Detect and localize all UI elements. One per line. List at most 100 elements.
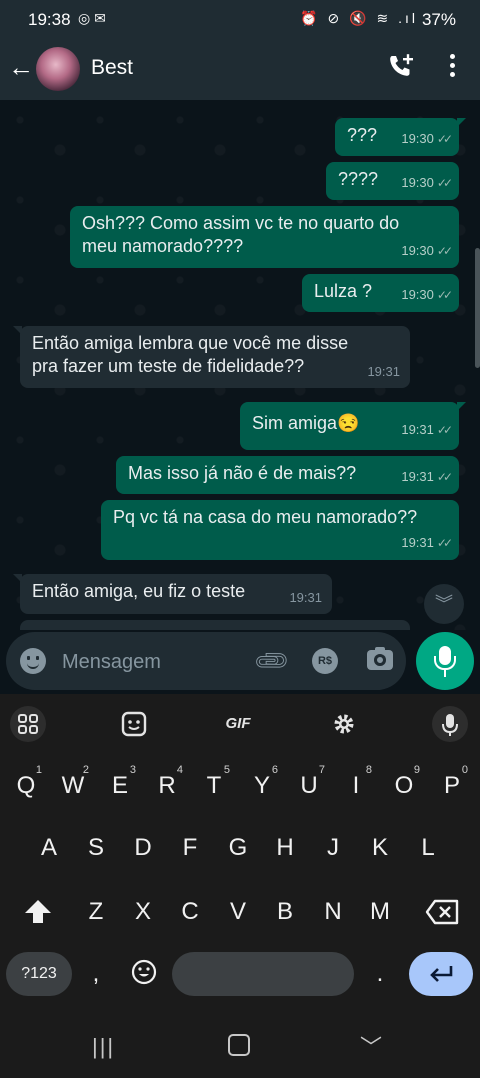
read-receipt-icon: ✓✓ [436,176,453,190]
message-time: 19:30 [401,175,434,190]
system-nav-bar: ||| ﹀ [0,1020,480,1078]
message-bubble[interactable]: Lulza ? 19:30 ✓✓ [302,274,459,312]
key-n[interactable]: N [311,884,355,940]
message-text: Pq vc tá na casa do meu namorado?? [113,507,418,527]
message-bubble[interactable]: ???? 19:30 ✓✓ [326,162,459,200]
read-receipt-icon: ✓✓ [436,132,453,146]
enter-key[interactable] [409,952,473,996]
sticker-icon[interactable] [116,706,152,742]
message-composer: 📎︎ R$ [6,632,406,690]
key-w[interactable]: W2 [51,758,95,814]
symbols-key[interactable]: ?123 [6,952,72,996]
attach-icon[interactable]: 📎︎ [251,640,293,682]
key-p[interactable]: P0 [430,758,474,814]
key-u[interactable]: U7 [287,758,331,814]
key-r[interactable]: R4 [145,758,189,814]
battery-level: 37% [421,10,456,29]
message-bubble[interactable]: ??? 19:30 ✓✓ [335,118,466,156]
key-z[interactable]: Z [74,884,118,940]
status-time: 19:38 [28,10,71,29]
keyboard-toolbar: GIF [0,694,480,754]
emoji-key-icon[interactable] [122,944,166,1000]
key-b[interactable]: B [263,884,307,940]
home-icon[interactable] [228,1034,250,1056]
key-e[interactable]: E3 [98,758,142,814]
message-text: Sim amiga😒 [252,413,360,433]
key-f[interactable]: F [168,820,212,876]
recent-apps-icon[interactable]: ||| [92,1034,115,1060]
settings-gear-icon[interactable] [326,706,362,742]
camera-icon[interactable] [367,647,393,670]
backspace-icon[interactable] [420,884,464,940]
message-text: Então amiga, eu fiz o teste [32,581,246,601]
chat-header: ← Best [0,38,480,100]
key-m[interactable]: M [358,884,402,940]
period-key[interactable]: . [358,946,402,1002]
status-bar: 19:38 ◎ ✉ ⏰ ⊘ 🔇 ≋ .ıl 37% [0,0,480,38]
message-text: ???? [338,169,379,189]
message-text: Então amiga lembra que você me disse pra… [32,333,349,376]
scroll-down-icon[interactable]: ︾ [424,584,464,624]
message-time: 19:31 [289,590,322,605]
message-bubble[interactable]: Sim amiga😒 19:31 ✓✓ [240,402,466,450]
message-bubble-partial[interactable] [20,620,410,630]
message-time: 19:31 [401,469,434,484]
space-key[interactable] [172,952,354,996]
key-v[interactable]: V [216,884,260,940]
contact-avatar[interactable] [36,47,80,91]
message-time: 19:30 [401,287,434,302]
nav-back-icon[interactable]: ﹀ [360,1030,382,1062]
message-time: 19:31 [401,535,434,550]
key-o[interactable]: O9 [382,758,426,814]
shift-key[interactable] [16,884,60,940]
message-text: Lulza ? [314,281,373,301]
key-q[interactable]: Q1 [4,758,48,814]
more-options-icon[interactable] [448,54,456,80]
message-time: 19:30 [401,131,434,146]
add-call-icon[interactable] [386,52,414,80]
read-receipt-icon: ✓✓ [436,536,453,550]
read-receipt-icon: ✓✓ [436,288,453,302]
read-receipt-icon: ✓✓ [436,470,453,484]
key-t[interactable]: T5 [192,758,236,814]
message-text: ??? [347,125,378,145]
payment-icon[interactable]: R$ [312,648,338,674]
contact-name[interactable]: Best [91,56,133,80]
key-c[interactable]: C [168,884,212,940]
voice-input-icon[interactable] [432,706,468,742]
message-input[interactable] [60,648,244,676]
key-h[interactable]: H [263,820,307,876]
chat-area[interactable]: ??? 19:30 ✓✓ ???? 19:30 ✓✓ Osh??? Como ass… [0,100,480,630]
scrollbar[interactable] [475,248,480,368]
comma-key[interactable]: , [74,946,118,1002]
key-g[interactable]: G [216,820,260,876]
key-x[interactable]: X [121,884,165,940]
emoji-icon[interactable] [20,648,46,674]
system-icons: ⏰ ⊘ 🔇 ≋ .ıl [300,10,418,26]
key-a[interactable]: A [27,820,71,876]
key-l[interactable]: L [406,820,450,876]
message-time: 19:31 [367,364,400,379]
gif-button[interactable]: GIF [220,706,256,742]
apps-grid-icon[interactable] [10,706,46,742]
message-text: Mas isso já não é de mais?? [128,463,357,483]
key-j[interactable]: J [311,820,355,876]
message-text: Osh??? Como assim vc te no quarto do meu… [82,213,400,256]
back-arrow-icon[interactable]: ← [8,52,34,83]
notification-icons: ◎ ✉ [78,10,106,26]
message-bubble[interactable]: Mas isso já não é de mais?? 19:31 ✓✓ [116,456,459,494]
key-i[interactable]: I8 [334,758,378,814]
key-s[interactable]: S [74,820,118,876]
message-bubble[interactable]: Então amiga, eu fiz o teste 19:31 [13,574,332,614]
voice-message-button[interactable] [416,632,474,690]
read-receipt-icon: ✓✓ [436,244,453,258]
read-receipt-icon: ✓✓ [436,423,453,437]
message-bubble[interactable]: Então amiga lembra que você me disse pra… [13,326,410,388]
key-k[interactable]: K [358,820,402,876]
message-time: 19:31 [401,422,434,437]
message-bubble[interactable]: Pq vc tá na casa do meu namorado?? 19:31… [101,500,459,560]
message-bubble[interactable]: Osh??? Como assim vc te no quarto do meu… [70,206,459,268]
message-time: 19:30 [401,243,434,258]
key-y[interactable]: Y6 [240,758,284,814]
key-d[interactable]: D [121,820,165,876]
